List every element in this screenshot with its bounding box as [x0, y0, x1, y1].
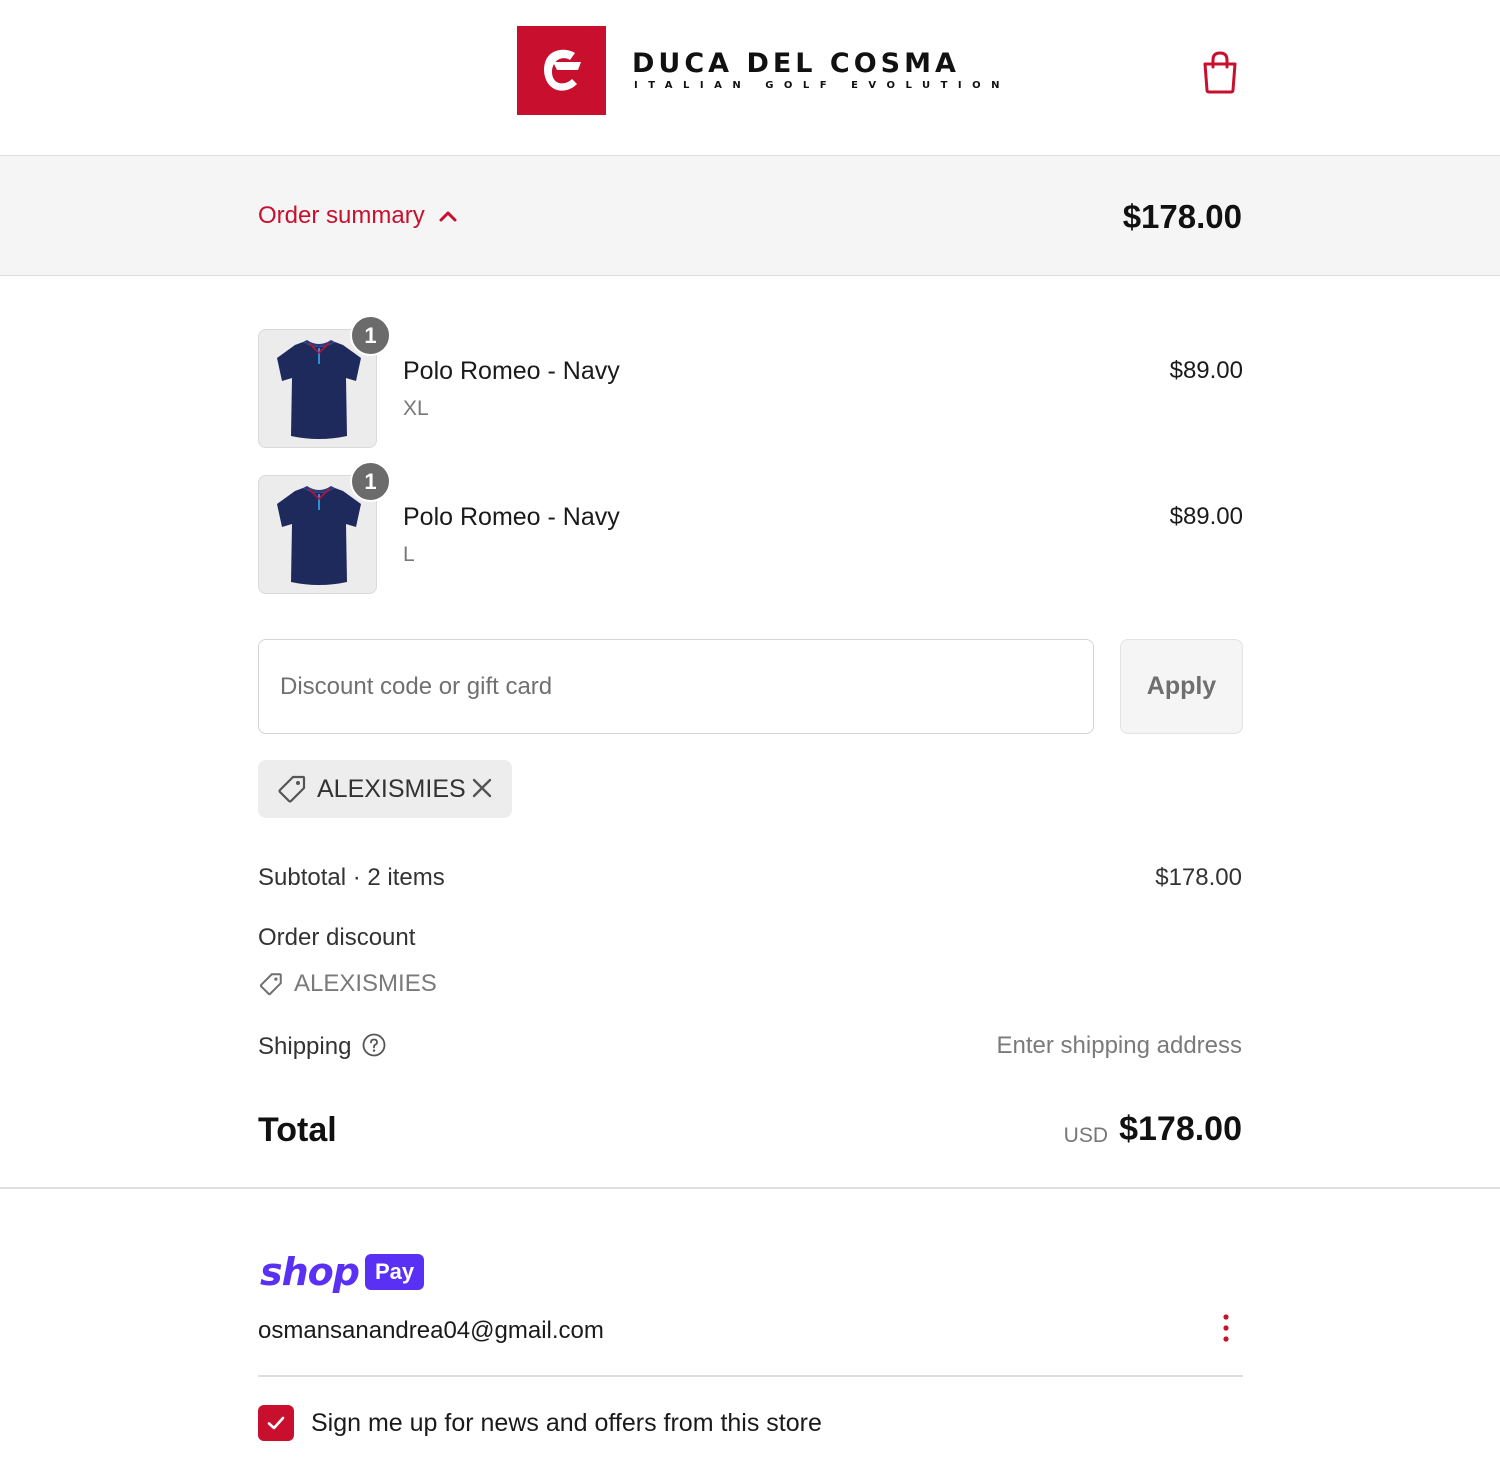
order-discount-code: ALEXISMIES: [258, 970, 437, 998]
header: DUCA DEL COSMA ITALIAN GOLF EVOLUTION: [0, 0, 1500, 155]
chevron-up-icon: [439, 211, 457, 222]
line-item: 1 Polo Romeo - Navy L $89.00: [258, 461, 1243, 595]
shop-pay-pill: Pay: [364, 1254, 425, 1290]
shipping-label: Shipping: [258, 1033, 352, 1060]
product-price: $89.00: [1169, 503, 1243, 530]
total-label: Total: [258, 1111, 337, 1149]
total-value: $178.00: [1119, 1110, 1242, 1148]
shop-pay-account-email: osmansanandrea04@gmail.com: [258, 1317, 604, 1344]
product-price: $89.00: [1169, 357, 1243, 384]
subtotal-value: $178.00: [1155, 864, 1242, 891]
order-discount-code-text: ALEXISMIES: [294, 970, 437, 997]
order-summary-total: $178.00: [1122, 198, 1242, 235]
brand-tagline: ITALIAN GOLF EVOLUTION: [634, 80, 1011, 91]
polo-shirt-image: [277, 340, 361, 439]
close-icon: [472, 778, 492, 798]
applied-discount-code: ALEXISMIES: [317, 774, 466, 803]
total-currency: USD: [1063, 1124, 1108, 1147]
applied-discount-chip: ALEXISMIES: [258, 760, 512, 818]
order-summary-toggle[interactable]: Order summary: [258, 202, 457, 230]
product-thumbnail: 1: [258, 315, 391, 448]
remove-discount-button[interactable]: [470, 776, 494, 800]
help-circle-icon[interactable]: [361, 1032, 387, 1058]
product-thumbnail: 1: [258, 461, 391, 594]
newsletter-opt-in[interactable]: Sign me up for news and offers from this…: [258, 1405, 822, 1441]
product-title: Polo Romeo - Navy: [403, 357, 620, 385]
shopping-bag-icon: [1203, 51, 1237, 94]
tag-icon: [259, 973, 282, 996]
discount-code-input[interactable]: [258, 639, 1094, 734]
more-vertical-icon: [1223, 1314, 1229, 1342]
account-menu-button[interactable]: [1214, 1312, 1238, 1344]
shop-pay-wordmark: shop: [260, 1250, 360, 1294]
order-discount-label: Order discount: [258, 924, 416, 951]
shipping-value: Enter shipping address: [996, 1032, 1242, 1059]
checkmark-icon: [267, 1416, 285, 1430]
order-summary-bar: Order summary $178.00: [0, 155, 1500, 276]
section-divider: [0, 1187, 1500, 1189]
polo-shirt-image: [277, 486, 361, 585]
product-variant: XL: [403, 397, 429, 420]
line-item: 1 Polo Romeo - Navy XL $89.00: [258, 315, 1243, 449]
cart-button[interactable]: [1200, 50, 1240, 94]
order-summary-label: Order summary: [258, 202, 425, 229]
product-variant: L: [403, 543, 415, 566]
tag-icon: [278, 775, 306, 803]
shipping-label-row: Shipping: [258, 1032, 387, 1061]
subtotal-label: Subtotal · 2 items: [258, 864, 445, 891]
newsletter-label: Sign me up for news and offers from this…: [311, 1408, 822, 1437]
shop-pay-logo: shop Pay: [260, 1250, 425, 1294]
brand-logo-mark[interactable]: [517, 26, 606, 115]
newsletter-checkbox[interactable]: [258, 1405, 294, 1441]
brand-name: DUCA DEL COSMA: [632, 48, 960, 79]
dc-monogram-logo-icon: [544, 49, 581, 91]
shop-pay-divider: [258, 1375, 1243, 1377]
quantity-badge: 1: [350, 315, 391, 356]
quantity-badge: 1: [350, 461, 391, 502]
product-title: Polo Romeo - Navy: [403, 503, 620, 531]
apply-discount-button[interactable]: Apply: [1120, 639, 1243, 734]
